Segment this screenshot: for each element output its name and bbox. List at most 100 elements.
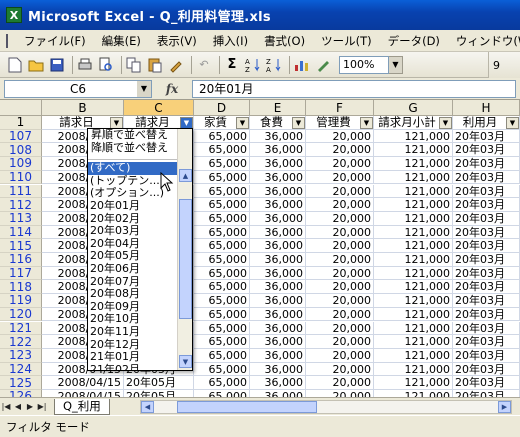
- table-cell[interactable]: 20,000: [306, 294, 374, 308]
- table-cell[interactable]: 65,000: [194, 239, 250, 253]
- chart-wizard-icon[interactable]: [293, 56, 311, 74]
- table-cell[interactable]: 36,000: [250, 157, 306, 171]
- table-cell[interactable]: 36,000: [250, 294, 306, 308]
- table-cell[interactable]: 121,000: [374, 239, 453, 253]
- table-cell[interactable]: 20,000: [306, 157, 374, 171]
- sort-descending-icon[interactable]: ZA: [265, 56, 283, 74]
- table-cell[interactable]: 36,000: [250, 239, 306, 253]
- row-header[interactable]: 114: [0, 225, 42, 240]
- menu-view[interactable]: 表示(V): [149, 30, 205, 52]
- table-cell[interactable]: 65,000: [194, 198, 250, 212]
- table-cell[interactable]: 20年03月: [453, 253, 520, 267]
- undo-icon[interactable]: ↶: [195, 56, 213, 74]
- autofilter-dropdown[interactable]: 昇順で並べ替え 降順で並べ替え (すべて) (トップテン...) (オプション...…: [87, 128, 193, 371]
- table-cell[interactable]: 36,000: [250, 198, 306, 212]
- paste-icon[interactable]: [146, 56, 164, 74]
- scroll-left-icon[interactable]: ◀: [141, 401, 154, 413]
- format-painter-icon[interactable]: [167, 56, 185, 74]
- table-cell[interactable]: 121,000: [374, 321, 453, 336]
- last-sheet-icon[interactable]: ▶|: [36, 400, 48, 414]
- filter-option[interactable]: 20年11月: [88, 325, 178, 339]
- font-size-label[interactable]: 9: [493, 59, 500, 72]
- table-cell[interactable]: 20年03月: [453, 143, 520, 158]
- table-cell[interactable]: 20年03月: [453, 239, 520, 253]
- menu-file[interactable]: ファイル(F): [16, 30, 94, 52]
- table-cell[interactable]: 121,000: [374, 129, 453, 144]
- menu-edit[interactable]: 編集(E): [94, 30, 149, 52]
- table-cell[interactable]: 20,000: [306, 184, 374, 199]
- table-cell[interactable]: 20,000: [306, 239, 374, 253]
- row-header[interactable]: 111: [0, 184, 42, 199]
- table-cell[interactable]: 121,000: [374, 294, 453, 308]
- menu-insert[interactable]: 挿入(I): [205, 30, 256, 52]
- scroll-thumb[interactable]: [179, 199, 192, 319]
- table-cell[interactable]: 65,000: [194, 348, 250, 363]
- table-cell[interactable]: 36,000: [250, 362, 306, 377]
- table-cell[interactable]: 20,000: [306, 143, 374, 158]
- sort-descending-option[interactable]: 降順で並べ替え: [88, 141, 178, 155]
- table-cell[interactable]: 121,000: [374, 266, 453, 281]
- row-header[interactable]: 108: [0, 143, 42, 158]
- table-cell[interactable]: 20,000: [306, 376, 374, 390]
- table-cell[interactable]: 36,000: [250, 266, 306, 281]
- table-cell[interactable]: 20,000: [306, 307, 374, 322]
- table-cell[interactable]: 36,000: [250, 129, 306, 144]
- table-cell[interactable]: 2008/04/15: [42, 390, 124, 397]
- menu-data[interactable]: データ(D): [380, 30, 448, 52]
- row-header[interactable]: 122: [0, 335, 42, 349]
- new-file-icon[interactable]: [6, 56, 24, 74]
- table-cell[interactable]: 65,000: [194, 157, 250, 171]
- first-sheet-icon[interactable]: |◀: [0, 400, 12, 414]
- table-cell[interactable]: 65,000: [194, 266, 250, 281]
- filter-option[interactable]: 20年01月: [88, 199, 178, 213]
- dropdown-scrollbar[interactable]: ▲ ▼: [177, 129, 192, 370]
- save-icon[interactable]: [48, 56, 66, 74]
- table-cell[interactable]: 65,000: [194, 143, 250, 158]
- open-folder-icon[interactable]: [27, 56, 45, 74]
- prev-sheet-icon[interactable]: ◀: [12, 400, 24, 414]
- column-header-c[interactable]: C: [124, 100, 194, 116]
- table-cell[interactable]: 121,000: [374, 198, 453, 212]
- row-header[interactable]: 124: [0, 362, 42, 377]
- table-cell[interactable]: 20年03月: [453, 211, 520, 226]
- scroll-right-icon[interactable]: ▶: [498, 401, 511, 413]
- table-cell[interactable]: 20年03月: [453, 321, 520, 336]
- menu-tools[interactable]: ツール(T): [313, 30, 380, 52]
- table-cell[interactable]: 65,000: [194, 129, 250, 144]
- table-cell[interactable]: 36,000: [250, 348, 306, 363]
- table-cell[interactable]: 20年03月: [453, 266, 520, 281]
- zoom-dropdown-arrow-icon[interactable]: ▼: [389, 55, 403, 74]
- filter-option[interactable]: 21年02月: [88, 363, 178, 370]
- row-header[interactable]: 125: [0, 376, 42, 390]
- print-preview-icon[interactable]: [97, 56, 115, 74]
- next-sheet-icon[interactable]: ▶: [24, 400, 36, 414]
- table-cell[interactable]: 36,000: [250, 335, 306, 349]
- copy-icon[interactable]: [125, 56, 143, 74]
- h-scroll-thumb[interactable]: [177, 401, 317, 413]
- filter-dropdown-icon[interactable]: ▼: [439, 117, 452, 129]
- column-header-e[interactable]: E: [250, 100, 306, 116]
- table-cell[interactable]: 121,000: [374, 376, 453, 390]
- table-cell[interactable]: 36,000: [250, 280, 306, 295]
- table-cell[interactable]: 36,000: [250, 184, 306, 199]
- table-cell[interactable]: 20,000: [306, 198, 374, 212]
- column-header-f[interactable]: F: [306, 100, 374, 116]
- filter-dropdown-icon[interactable]: ▼: [506, 117, 519, 129]
- table-cell[interactable]: 36,000: [250, 253, 306, 267]
- table-cell[interactable]: 65,000: [194, 376, 250, 390]
- row-header[interactable]: 1: [0, 116, 42, 130]
- filter-option[interactable]: 20年06月: [88, 262, 178, 276]
- document-icon[interactable]: [6, 33, 8, 48]
- table-cell[interactable]: 20,000: [306, 266, 374, 281]
- table-cell[interactable]: 20,000: [306, 225, 374, 240]
- table-cell[interactable]: 121,000: [374, 362, 453, 377]
- spreadsheet-grid[interactable]: BCDEFGH1請求日▼請求月▼家賃▼食費▼管理費▼請求月小計▼利用月▼1072…: [0, 100, 520, 397]
- table-cell[interactable]: 65,000: [194, 294, 250, 308]
- filter-dropdown-icon[interactable]: ▼: [292, 117, 305, 129]
- name-box-dropdown-icon[interactable]: ▼: [137, 80, 151, 97]
- table-cell[interactable]: 2008/04/15: [42, 376, 124, 390]
- table-cell[interactable]: 65,000: [194, 390, 250, 397]
- table-cell[interactable]: 65,000: [194, 211, 250, 226]
- column-header-h[interactable]: H: [453, 100, 520, 116]
- table-cell[interactable]: 20,000: [306, 170, 374, 185]
